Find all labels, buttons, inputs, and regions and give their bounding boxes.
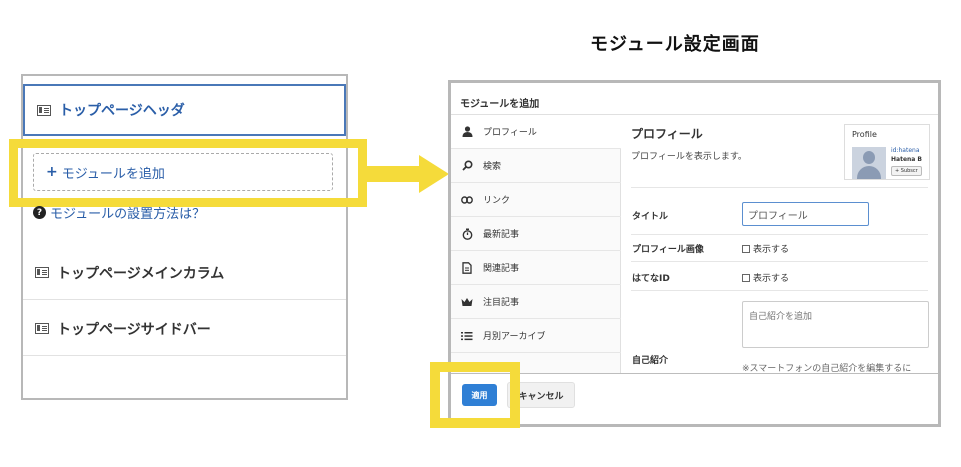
plus-icon: + [46,164,58,180]
add-module-dialog: モジュールを追加 プロフィール 検索 リンク 最新記事 関連記事 注目記事 月別… [448,80,941,427]
add-module-label: モジュールを追加 [61,166,165,182]
sidebar-item-label: リンク [483,196,511,206]
list-icon [461,330,473,342]
divider [631,234,928,235]
page-heading: モジュール設定画面 [590,34,760,55]
link-icon [461,194,473,206]
divider [451,373,938,374]
preview-subscribe-button: + Subscr [891,166,922,176]
question-icon: ? [33,206,46,219]
checkbox-icon [742,244,750,253]
profile-preview: Profile id:hatena Hatena B + Subscr [844,124,930,180]
module-layout-panel: トップページヘッダ トップページメインカラム トップページサイドバー [21,74,348,400]
bio-textarea[interactable] [742,301,929,348]
help-link[interactable]: ? モジュールの設置方法は？ [33,203,205,222]
crown-icon [461,296,473,308]
divider [631,261,928,262]
sidebar-item-label: 関連記事 [483,264,520,274]
module-icon [37,104,51,116]
preview-id: id:hatena [891,147,920,154]
module-type-list: プロフィール 検索 リンク 最新記事 関連記事 注目記事 月別アーカイブ [451,115,621,373]
help-link-label: モジュールの設置方法は？ [50,207,206,222]
bio-note: ※スマートフォンの自己紹介を編集するに [742,364,912,373]
stopwatch-icon [461,228,473,240]
sidebar-item-related-posts[interactable]: 関連記事 [451,251,621,285]
module-top-main-column[interactable]: トップページメインカラム [23,246,346,300]
dialog-title: モジュールを追加 [460,99,540,110]
search-icon [461,160,473,172]
divider [631,290,928,291]
profile-image-checkbox[interactable]: 表示する [742,242,789,255]
module-label: トップページヘッダ [59,103,185,119]
title-field-label: タイトル [632,212,669,222]
sidebar-item-recent-posts[interactable]: 最新記事 [451,217,621,251]
divider [631,187,928,188]
sidebar-item-link[interactable]: リンク [451,183,621,217]
bio-label: 自己紹介 [632,356,669,366]
checkbox-label: 表示する [753,245,790,255]
hatena-id-checkbox[interactable]: 表示する [742,271,789,284]
sidebar-item-label: 注目記事 [483,298,520,308]
profile-image-label: プロフィール画像 [632,245,704,255]
title-input[interactable] [742,202,869,226]
module-icon [35,267,49,278]
sidebar-item-search[interactable]: 検索 [451,149,621,183]
sidebar-item-featured-posts[interactable]: 注目記事 [451,285,621,319]
add-module-button[interactable]: + モジュールを追加 [33,153,333,191]
sidebar-item-label: プロフィール [483,128,537,138]
sidebar-item-profile[interactable]: プロフィール [451,115,621,149]
preview-label: Profile [852,130,877,139]
document-icon [461,261,473,274]
hatena-id-label: はてなID [632,274,670,284]
sidebar-item-label: 月別アーカイブ [483,332,546,342]
sidebar-item-label: 最新記事 [483,230,520,240]
arrow-icon [363,166,421,182]
checkbox-icon [742,273,750,282]
module-label: トップページサイドバー [57,321,211,338]
module-label: トップページメインカラム [57,265,225,282]
avatar [852,147,886,179]
arrow-head-icon [419,155,449,193]
sidebar-item-label: 検索 [483,162,502,172]
module-top-header[interactable]: トップページヘッダ [23,84,346,136]
highlight-box [430,362,520,428]
module-title: プロフィール [631,127,703,141]
checkbox-label: 表示する [753,274,790,284]
module-top-sidebar[interactable]: トップページサイドバー [23,302,346,356]
preview-name: Hatena B [891,156,922,163]
module-icon [35,323,49,334]
person-icon [461,126,473,138]
sidebar-item-monthly-archive[interactable]: 月別アーカイブ [451,319,621,353]
module-description: プロフィールを表示します。 [631,152,747,162]
